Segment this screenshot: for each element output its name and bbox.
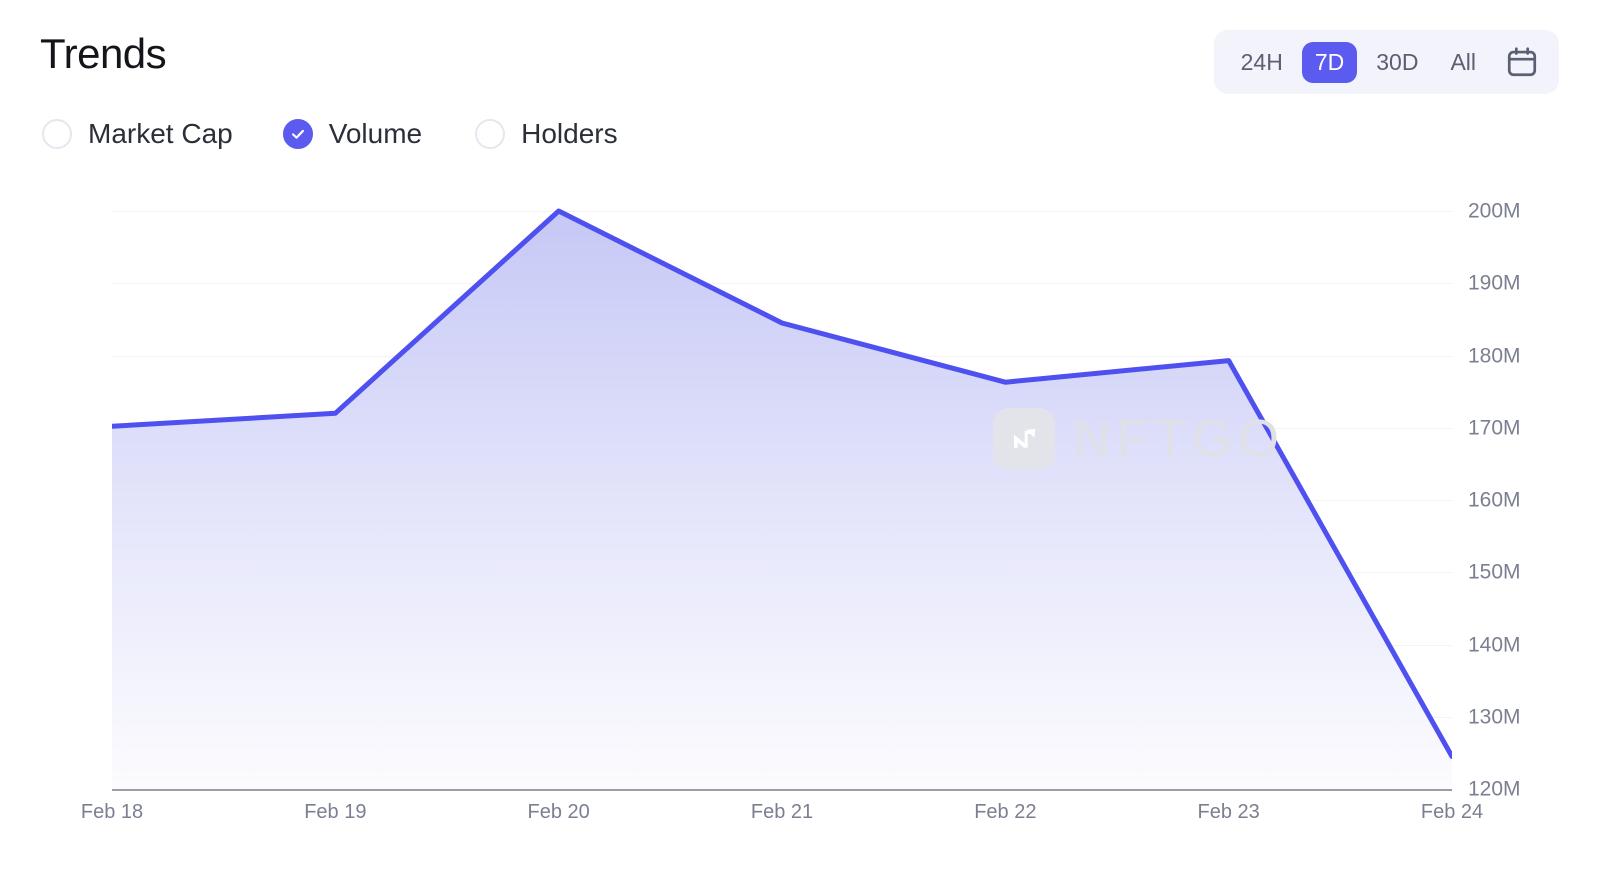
time-range-selector[interactable]: 24H 7D 30D All xyxy=(1213,30,1559,94)
range-button-all[interactable]: All xyxy=(1437,42,1489,83)
metric-label-market-cap: Market Cap xyxy=(88,118,233,149)
y-axis-tick-label: 190M xyxy=(1468,271,1521,295)
chart-plot-area xyxy=(112,180,1452,820)
metric-radio-group[interactable]: Market Cap Volume Holders xyxy=(42,119,618,149)
range-button-24h[interactable]: 24H xyxy=(1228,42,1296,83)
metric-option-volume[interactable]: Volume xyxy=(282,118,423,149)
x-axis-tick-label: Feb 21 xyxy=(750,801,814,823)
y-axis-tick-label: 170M xyxy=(1468,416,1521,440)
metric-label-volume: Volume xyxy=(328,118,423,149)
range-button-30d[interactable]: 30D xyxy=(1363,42,1431,83)
range-button-7d[interactable]: 7D xyxy=(1301,41,1358,83)
page-title: Trends xyxy=(40,30,167,77)
x-axis-tick-label: Feb 22 xyxy=(974,801,1037,823)
volume-area-chart: 200M 190M 180M 170M 160M 150M 140M 130M 120M Feb… xyxy=(0,180,1604,870)
calendar-icon[interactable] xyxy=(1495,41,1545,83)
trends-panel: Trends 24H 7D 30D All Market Cap Volume … xyxy=(0,0,1604,870)
x-axis-tick-label: Feb 18 xyxy=(80,801,144,823)
metric-label-holders: Holders xyxy=(521,118,618,149)
x-axis-tick-label: Feb 19 xyxy=(304,801,367,823)
volume-series xyxy=(112,208,1452,789)
y-axis-tick-label: 160M xyxy=(1468,488,1521,512)
y-axis-tick-label: 120M xyxy=(1468,777,1521,801)
x-axis-line xyxy=(112,789,1452,791)
metric-option-market-cap[interactable]: Market Cap xyxy=(42,119,233,149)
y-axis-tick-label: 140M xyxy=(1468,633,1521,656)
radio-checked-icon xyxy=(282,119,313,149)
y-axis-tick-label: 130M xyxy=(1468,705,1521,729)
y-axis-tick-label: 200M xyxy=(1468,199,1521,223)
metric-option-holders[interactable]: Holders xyxy=(475,118,618,149)
x-axis-tick-label: Feb 20 xyxy=(527,801,590,823)
x-axis-tick-label: Feb 24 xyxy=(1420,801,1484,823)
radio-unchecked-icon xyxy=(42,119,72,149)
x-axis-tick-label: Feb 23 xyxy=(1197,801,1260,823)
y-axis-tick-label: 150M xyxy=(1468,560,1521,584)
y-axis-tick-label: 180M xyxy=(1468,344,1521,367)
radio-unchecked-icon xyxy=(475,119,506,149)
